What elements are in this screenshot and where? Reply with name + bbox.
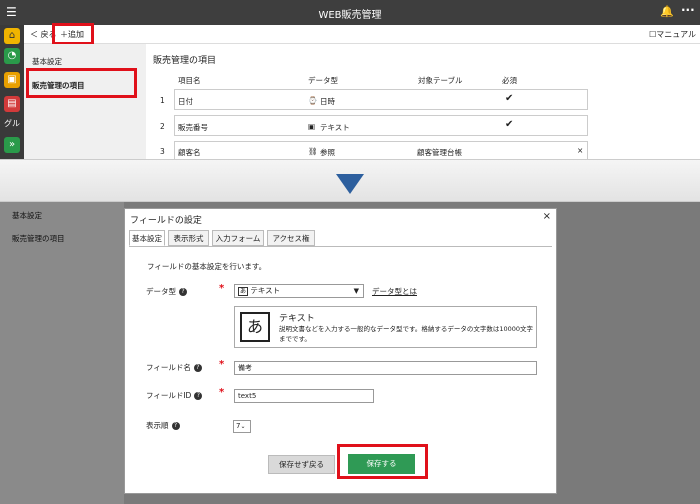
tab-basic[interactable]: 基本設定 (129, 230, 165, 246)
table-row[interactable]: 日付 ⌚ 日時 ✔ (174, 89, 588, 110)
close-icon[interactable]: × (543, 211, 551, 222)
chart-icon[interactable]: ◔ (4, 48, 20, 64)
group-label[interactable]: グル (2, 116, 22, 132)
chevron-down-icon: ⌄ (240, 423, 246, 430)
help-icon[interactable]: ? (194, 392, 203, 400)
menu-item-basic[interactable]: 基本設定 (32, 56, 62, 67)
expand-icon[interactable]: » (4, 137, 20, 153)
row-type: 日時 (320, 97, 335, 106)
chevron-down-icon: ▼ (353, 287, 359, 295)
top-app-bar: ☰ WEB販売管理 🔔 ··· (0, 0, 700, 25)
required-mark: * (219, 387, 225, 398)
field-name-label: フィールド名? (146, 362, 202, 373)
toolbar: ＜ 戻る ＋追加 ☐マニュアル (24, 25, 700, 44)
type-card-description: 説明文書などを入力する一般的なデータ型です。格納するデータの文字数は10000文… (279, 325, 534, 343)
field-name-input[interactable]: 備考 (234, 361, 537, 375)
highlight-add (52, 23, 94, 45)
tab-access[interactable]: アクセス権 (267, 230, 315, 246)
data-type-label: データ型? (146, 286, 187, 297)
main-content: 販売管理の項目 項目名 データ型 対象テーブル 必須 1 日付 ⌚ 日時 ✔ 2… (146, 44, 700, 159)
highlight-menu-item (26, 68, 137, 98)
data-type-select[interactable]: あ テキスト ▼ (234, 284, 364, 298)
icon-rail: ⌂ ◔ ▣ ▤ グル » (0, 25, 24, 159)
col-header-type: データ型 (308, 76, 338, 85)
divider-band (0, 159, 700, 202)
highlight-save (337, 444, 428, 479)
bell-icon[interactable]: 🔔 (660, 5, 674, 18)
col-header-target: 対象テーブル (418, 76, 463, 85)
home-icon[interactable]: ⌂ (4, 28, 20, 44)
required-mark: * (219, 283, 225, 294)
left-menu: 基本設定 販売管理の項目 (24, 44, 146, 159)
help-icon[interactable]: ? (193, 364, 202, 372)
type-card: あ テキスト 説明文書などを入力する一般的なデータ型です。格納するデータの文字数… (234, 306, 537, 348)
row-type: テキスト (320, 123, 350, 132)
display-order-select[interactable]: 7⌄ (233, 420, 251, 433)
table-row[interactable]: 顧客名 ⛓ 参照 顧客管理台帳 × (174, 141, 588, 159)
required-check-icon: ✔ (505, 93, 514, 104)
menu-item-basic: 基本設定 (12, 211, 42, 220)
text-type-icon: ▣ (308, 122, 316, 131)
data-type-help-link[interactable]: データ型とは (372, 286, 417, 297)
left-menu-dimmed: 基本設定 販売管理の項目 (0, 202, 124, 504)
tab-input-form[interactable]: 入力フォーム (212, 230, 264, 246)
row-name: 販売番号 (178, 123, 208, 132)
tab-display[interactable]: 表示形式 (168, 230, 209, 246)
report-icon[interactable]: ▤ (4, 96, 20, 112)
required-check-icon: ✔ (505, 119, 514, 130)
text-type-icon: あ (238, 287, 249, 296)
display-order-label: 表示順? (146, 420, 180, 431)
help-icon[interactable]: ? (179, 288, 187, 296)
required-mark: * (219, 359, 225, 370)
cancel-button[interactable]: 保存せず戻る (268, 455, 335, 474)
down-arrow-icon (336, 174, 364, 194)
row-number: 3 (160, 147, 165, 156)
link-icon: ⛓ (308, 147, 318, 156)
type-card-name: テキスト (279, 314, 315, 324)
more-options-icon[interactable]: ··· (681, 3, 695, 17)
field-id-label: フィールドID? (146, 390, 203, 401)
row-type: 参照 (320, 148, 335, 157)
dialog-description: フィールドの基本設定を行います。 (147, 262, 267, 271)
manual-link[interactable]: ☐マニュアル (649, 29, 696, 40)
tab-divider (129, 246, 552, 247)
row-target: 顧客管理台帳 (417, 148, 462, 157)
row-number: 2 (160, 122, 165, 131)
section-title: 販売管理の項目 (153, 56, 217, 66)
row-number: 1 (160, 96, 165, 105)
help-icon[interactable]: ? (171, 422, 180, 430)
menu-item-items: 販売管理の項目 (12, 234, 65, 243)
row-name: 日付 (178, 97, 193, 106)
table-row[interactable]: 販売番号 ▣ テキスト ✔ (174, 115, 588, 136)
col-header-name: 項目名 (178, 76, 201, 85)
delete-icon[interactable]: × (577, 146, 583, 155)
app-title: WEB販売管理 (318, 10, 382, 21)
field-id-input[interactable]: text5 (234, 389, 374, 403)
briefcase-icon[interactable]: ▣ (4, 72, 20, 88)
dialog-title: フィールドの設定 (130, 216, 202, 226)
col-header-required: 必須 (502, 76, 517, 85)
row-name: 顧客名 (178, 148, 201, 157)
clock-icon: ⌚ (308, 96, 318, 105)
text-type-icon: あ (240, 312, 270, 342)
